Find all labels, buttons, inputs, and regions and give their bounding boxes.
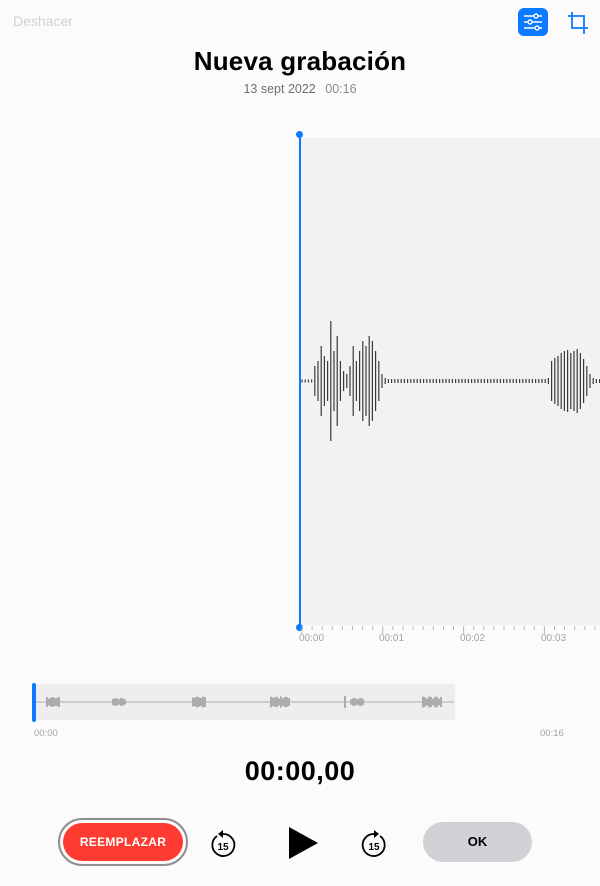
recording-duration: 00:16 bbox=[325, 82, 357, 96]
playhead[interactable] bbox=[299, 135, 301, 628]
recording-title[interactable]: Nueva grabación bbox=[0, 46, 600, 77]
play-icon[interactable] bbox=[286, 825, 320, 861]
sliders-icon-glyph bbox=[524, 13, 542, 31]
ok-button[interactable]: OK bbox=[423, 822, 532, 862]
time-label-1: 00:01 bbox=[379, 633, 405, 644]
overview-playhead[interactable] bbox=[32, 683, 36, 722]
replace-button[interactable]: REEMPLAZAR bbox=[58, 818, 188, 866]
waveform bbox=[301, 321, 600, 441]
time-label-2: 00:02 bbox=[460, 633, 486, 644]
overview-waveform bbox=[36, 696, 454, 708]
recording-meta: 13 sept 2022 00:16 bbox=[0, 82, 600, 96]
sliders-icon[interactable] bbox=[518, 8, 548, 36]
time-label-0: 00:00 bbox=[299, 633, 325, 644]
skip-forward-15-icon[interactable]: 15 bbox=[360, 828, 388, 858]
skip-back-15-icon[interactable]: 15 bbox=[209, 828, 237, 858]
recording-date: 13 sept 2022 bbox=[243, 82, 316, 96]
skip-forward-label: 15 bbox=[368, 842, 380, 853]
replace-button-label: REEMPLAZAR bbox=[63, 823, 183, 861]
time-label-3: 00:03 bbox=[541, 633, 567, 644]
crop-icon[interactable] bbox=[566, 10, 590, 36]
skip-back-label: 15 bbox=[217, 842, 229, 853]
overview-start-time: 00:00 bbox=[34, 728, 58, 739]
playhead-top-handle[interactable] bbox=[296, 131, 303, 138]
undo-button[interactable]: Deshacer bbox=[13, 13, 73, 29]
current-time: 00:00,00 bbox=[244, 756, 356, 786]
overview-end-time: 00:16 bbox=[540, 728, 564, 739]
